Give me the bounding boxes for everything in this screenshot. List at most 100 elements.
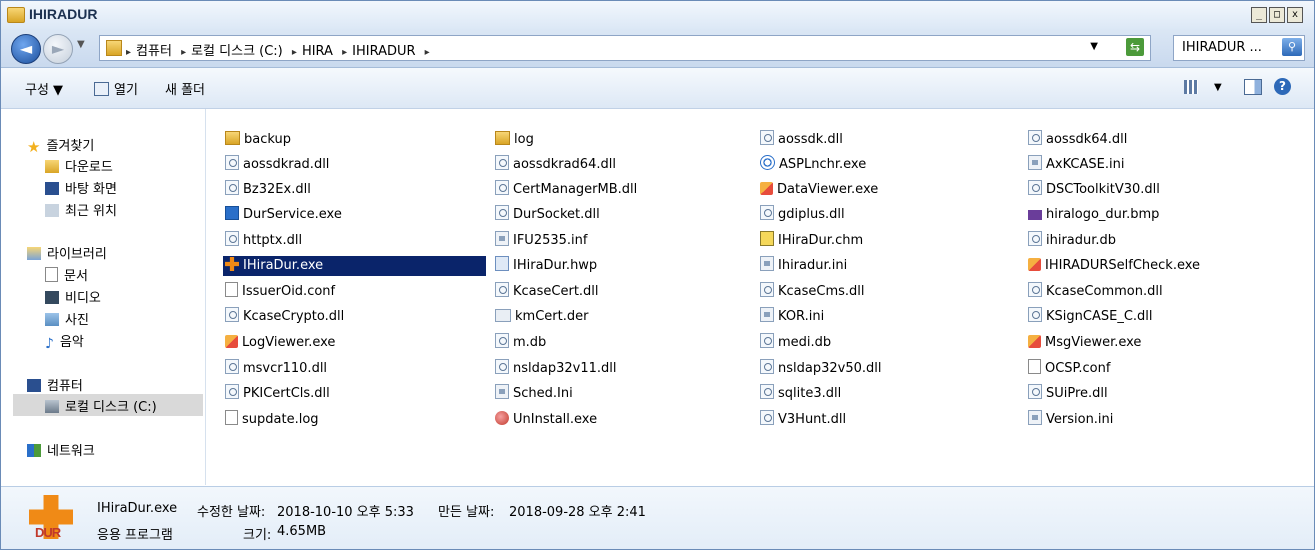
service-exe-icon	[225, 206, 239, 220]
close-button[interactable]: x	[1287, 7, 1303, 23]
file-item[interactable]: kmCert.der	[493, 307, 588, 327]
nav-desktop[interactable]: 바탕 화면	[45, 178, 117, 197]
organize-button[interactable]: 구성 ▼	[25, 79, 63, 98]
minimize-button[interactable]: _	[1251, 7, 1267, 23]
breadcrumb-item[interactable]: 컴퓨터	[136, 44, 172, 59]
file-item[interactable]: AxKCASE.ini	[1026, 155, 1124, 175]
nav-recent[interactable]: 최근 위치	[45, 200, 117, 219]
file-item[interactable]: msvcr110.dll	[223, 359, 327, 379]
detail-filename: IHiraDur.exe	[97, 501, 178, 516]
file-item[interactable]: IHIRADURSelfCheck.exe	[1026, 256, 1200, 276]
nav-videos[interactable]: 비디오	[45, 287, 101, 306]
file-item[interactable]: hiralogo_dur.bmp	[1026, 205, 1159, 225]
chevron-right-icon[interactable]: ▸	[425, 47, 430, 58]
file-item[interactable]: KSignCASE_C.dll	[1026, 307, 1153, 327]
file-item[interactable]: aossdk.dll	[758, 130, 843, 150]
refresh-icon[interactable]: ⇆	[1126, 38, 1144, 56]
file-item[interactable]: sqlite3.dll	[758, 384, 841, 404]
file-item[interactable]: aossdkrad.dll	[223, 155, 329, 175]
file-name: backup	[244, 132, 291, 147]
file-item[interactable]: LogViewer.exe	[223, 333, 335, 353]
file-name: medi.db	[778, 335, 832, 350]
search-icon[interactable]: ⚲	[1282, 38, 1302, 56]
dll-icon	[760, 359, 774, 374]
search-input[interactable]: IHIRADUR ... ⚲	[1173, 35, 1305, 61]
file-item[interactable]: gdiplus.dll	[758, 205, 845, 225]
file-item[interactable]: UnInstall.exe	[493, 410, 597, 430]
dll-icon	[225, 384, 239, 399]
nav-local-disk[interactable]: 로컬 디스크 (C:)	[45, 396, 157, 415]
file-name: MsgViewer.exe	[1045, 335, 1142, 350]
file-item[interactable]: PKICertCls.dll	[223, 384, 330, 404]
file-item[interactable]: IssuerOid.conf	[223, 282, 335, 302]
file-item[interactable]: Ihiradur.ini	[758, 256, 847, 276]
file-item[interactable]: aossdk64.dll	[1026, 130, 1127, 150]
pictures-icon	[45, 313, 59, 326]
file-item[interactable]: m.db	[493, 333, 546, 353]
file-item[interactable]: ASPLnchr.exe	[758, 155, 866, 175]
file-item[interactable]: IFU2535.inf	[493, 231, 587, 251]
file-item[interactable]: V3Hunt.dll	[758, 410, 846, 430]
file-item[interactable]: log	[493, 130, 534, 150]
nav-libraries[interactable]: 라이브러리	[27, 243, 107, 262]
breadcrumb-item[interactable]: IHIRADUR	[352, 44, 415, 59]
nav-music[interactable]: ♪ 음악	[45, 331, 84, 352]
chevron-right-icon[interactable]: ▸	[181, 47, 186, 58]
breadcrumb-item[interactable]: 로컬 디스크 (C:)	[191, 44, 283, 59]
file-item[interactable]: MsgViewer.exe	[1026, 333, 1141, 353]
file-item[interactable]: KcaseCms.dll	[758, 282, 865, 302]
file-item[interactable]: backup	[223, 130, 291, 150]
open-button[interactable]: 열기	[94, 79, 138, 98]
file-item[interactable]: KOR.ini	[758, 307, 824, 327]
back-button[interactable]: ◄	[11, 34, 41, 64]
file-item[interactable]: DurSocket.dll	[493, 205, 600, 225]
file-name: IFU2535.inf	[513, 233, 588, 248]
chevron-right-icon[interactable]: ▸	[342, 47, 347, 58]
nav-label: 비디오	[65, 291, 101, 306]
file-item[interactable]: aossdkrad64.dll	[493, 155, 616, 175]
help-icon[interactable]: ?	[1274, 78, 1291, 95]
history-dropdown-icon[interactable]: ▼	[77, 39, 85, 50]
file-item[interactable]: DSCToolkitV30.dll	[1026, 180, 1160, 200]
file-item[interactable]: Version.ini	[1026, 410, 1113, 430]
file-item[interactable]: KcaseCommon.dll	[1026, 282, 1163, 302]
file-item[interactable]: OCSP.conf	[1026, 359, 1110, 379]
file-item[interactable]: SUiPre.dll	[1026, 384, 1108, 404]
file-item[interactable]: DataViewer.exe	[758, 180, 878, 200]
file-item-selected[interactable]: IHiraDur.exe	[223, 256, 486, 276]
view-dropdown-icon[interactable]: ▼	[1214, 82, 1222, 93]
forward-button[interactable]: ►	[43, 34, 73, 64]
file-item[interactable]: Bz32Ex.dll	[223, 180, 311, 200]
chevron-right-icon[interactable]: ▸	[126, 47, 131, 58]
nav-network[interactable]: 네트워크	[27, 440, 95, 459]
address-box[interactable]: ▸ 컴퓨터 ▸ 로컬 디스크 (C:) ▸ HIRA ▸ IHIRADUR ▸ ▼ ⇆	[99, 35, 1151, 61]
file-item[interactable]: CertManagerMB.dll	[493, 180, 637, 200]
file-item[interactable]: supdate.log	[223, 410, 319, 430]
maximize-button[interactable]: □	[1269, 7, 1285, 23]
file-item[interactable]: httptx.dll	[223, 231, 302, 251]
file-item[interactable]: DurService.exe	[223, 205, 342, 225]
nav-favorites[interactable]: ★ 즐겨찾기	[27, 135, 94, 156]
file-item[interactable]: KcaseCert.dll	[493, 282, 599, 302]
nav-label: 사진	[65, 313, 89, 328]
file-item[interactable]: KcaseCrypto.dll	[223, 307, 344, 327]
file-item[interactable]: ihiradur.db	[1026, 231, 1116, 251]
nav-downloads[interactable]: 다운로드	[45, 156, 113, 175]
file-item[interactable]: IHiraDur.chm	[758, 231, 863, 251]
new-folder-button[interactable]: 새 폴더	[165, 79, 205, 98]
address-dropdown-icon[interactable]: ▼	[1090, 41, 1098, 52]
file-item[interactable]: medi.db	[758, 333, 831, 353]
file-item[interactable]: nsldap32v11.dll	[493, 359, 616, 379]
preview-pane-icon[interactable]	[1244, 79, 1262, 95]
nav-pictures[interactable]: 사진	[45, 309, 89, 328]
file-item[interactable]: nsldap32v50.dll	[758, 359, 881, 379]
navigation-pane: ★ 즐겨찾기 다운로드 바탕 화면 최근 위치 라이브러리 문서 비디오 사진 ♪…	[1, 109, 206, 485]
nav-documents[interactable]: 문서	[45, 265, 88, 284]
file-item[interactable]: IHiraDur.hwp	[493, 256, 597, 276]
dll-icon	[1028, 307, 1042, 322]
breadcrumb-item[interactable]: HIRA	[302, 44, 333, 59]
chevron-right-icon[interactable]: ▸	[292, 47, 297, 58]
nav-computer[interactable]: 컴퓨터	[27, 375, 83, 394]
view-options-icon[interactable]	[1184, 80, 1198, 94]
file-item[interactable]: Sched.Ini	[493, 384, 573, 404]
